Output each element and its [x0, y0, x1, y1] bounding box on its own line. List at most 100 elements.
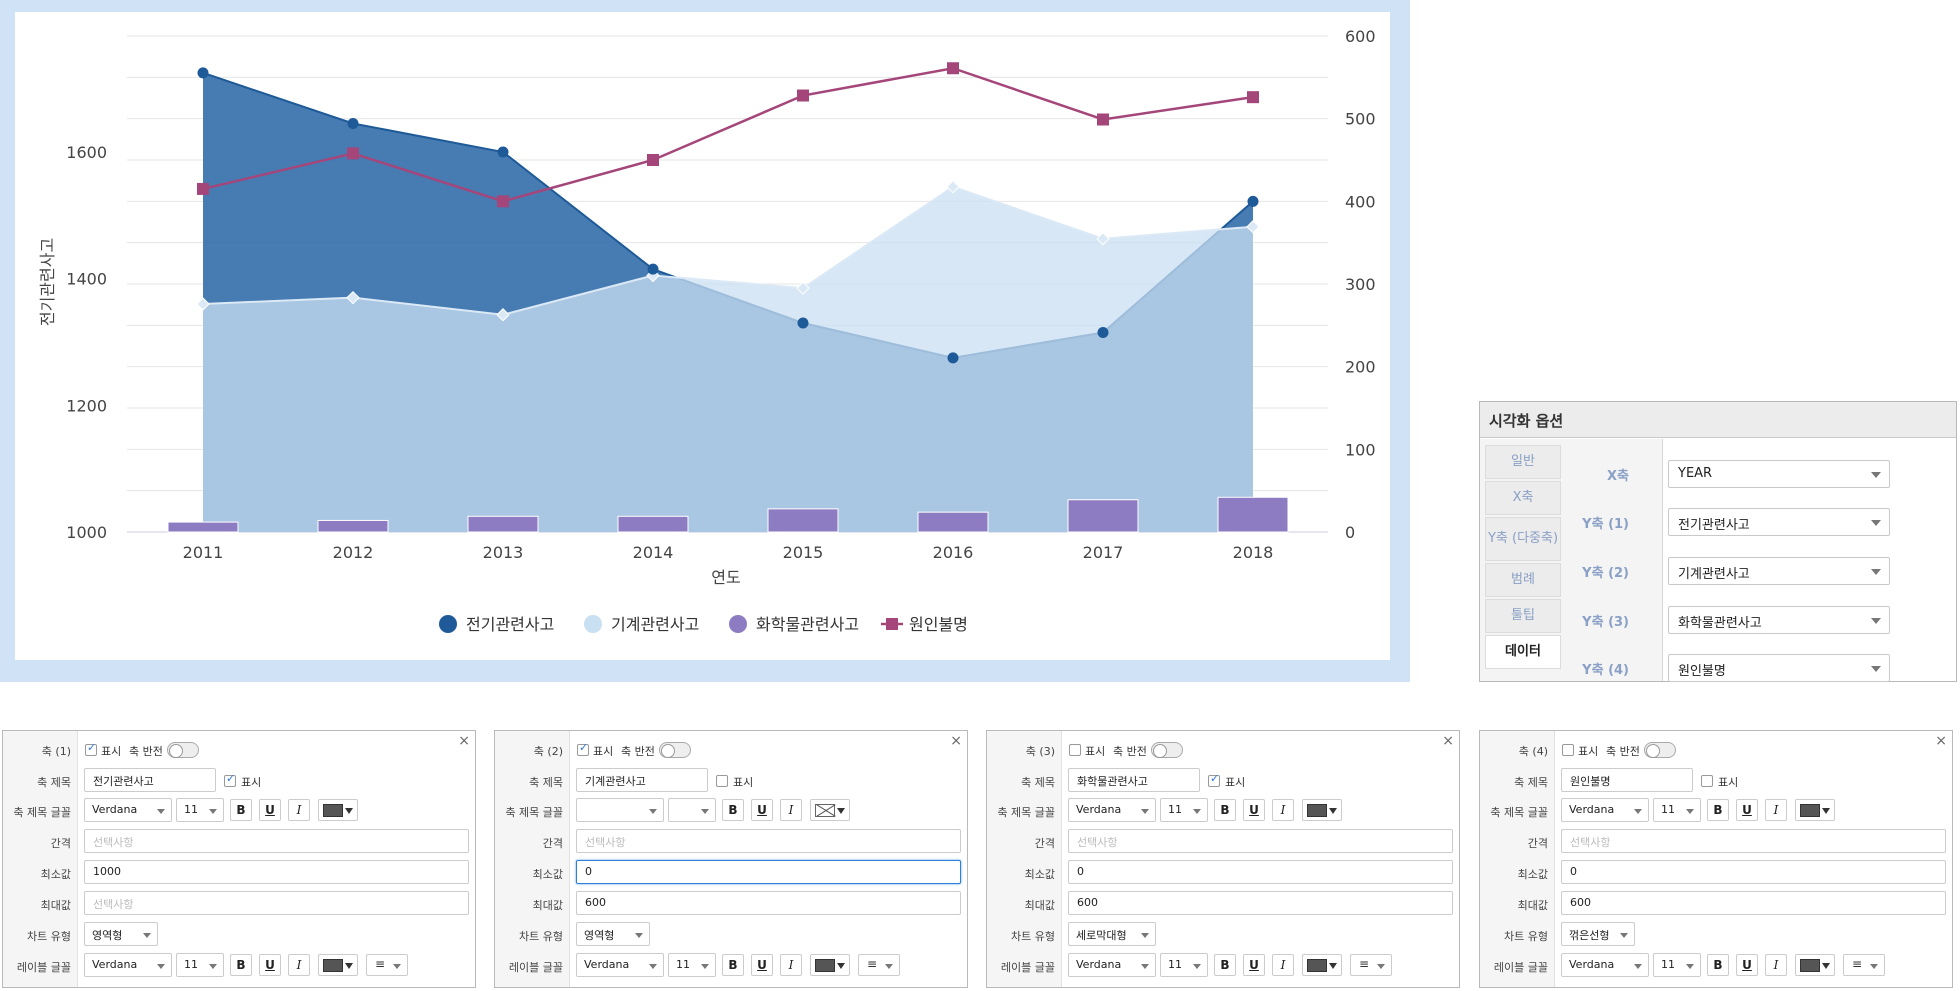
show-title-checkbox[interactable] [1701, 775, 1713, 787]
show-axis-checkbox[interactable] [1069, 744, 1081, 756]
italic-button[interactable]: I [1272, 799, 1294, 821]
label-font-select[interactable]: Verdana [576, 953, 664, 977]
bold-button[interactable]: B [230, 954, 252, 976]
invert-axis-toggle[interactable] [659, 742, 691, 758]
interval-label: 간격 [542, 837, 563, 850]
min-input[interactable]: 0 [576, 860, 961, 884]
underline-button[interactable]: U [1243, 799, 1265, 821]
show-title-checkbox[interactable] [1208, 772, 1220, 787]
align-button[interactable]: ≡ [1843, 954, 1885, 976]
label-font-select[interactable]: Verdana [1068, 953, 1156, 977]
show-axis-checkbox[interactable] [577, 741, 589, 756]
underline-button[interactable]: U [259, 799, 281, 821]
invert-axis-toggle[interactable] [1644, 742, 1676, 758]
italic-button[interactable]: I [1272, 954, 1294, 976]
max-input[interactable]: 600 [576, 891, 961, 915]
label-font-select[interactable]: Verdana [84, 953, 172, 977]
chart-type-select[interactable]: 꺾은선형 [1561, 922, 1635, 946]
chart-type-select[interactable]: 영역형 [576, 922, 650, 946]
title-color-button[interactable] [810, 799, 850, 821]
bold-button[interactable]: B [1707, 799, 1729, 821]
title-font-label: 축 제목 글꼴 [1490, 806, 1548, 819]
italic-button[interactable]: I [288, 799, 310, 821]
bold-button[interactable]: B [1214, 954, 1236, 976]
tab-legend[interactable]: 범례 [1485, 563, 1561, 597]
min-input[interactable]: 1000 [84, 860, 469, 884]
min-input[interactable]: 0 [1561, 860, 1946, 884]
bold-button[interactable]: B [722, 799, 744, 821]
bold-button[interactable]: B [230, 799, 252, 821]
interval-input[interactable]: 선택사항 [576, 829, 961, 853]
title-font-select[interactable] [576, 798, 664, 822]
axis-title-input[interactable]: 기계관련사고 [576, 768, 708, 792]
italic-button[interactable]: I [1765, 799, 1787, 821]
viz-select-1[interactable]: 전기관련사고 [1668, 508, 1890, 536]
label-color-button[interactable] [810, 954, 850, 976]
label-size-select[interactable]: 11 [1653, 953, 1701, 977]
tab-x-axis[interactable]: X축 [1485, 481, 1561, 515]
underline-button[interactable]: U [751, 954, 773, 976]
interval-input[interactable]: 선택사항 [84, 829, 469, 853]
invert-axis-toggle[interactable] [1151, 742, 1183, 758]
title-size-select[interactable]: 11 [176, 798, 224, 822]
max-input[interactable]: 선택사항 [84, 891, 469, 915]
viz-select-2[interactable]: 기계관련사고 [1668, 557, 1890, 585]
chart-type-select[interactable]: 세로막대형 [1068, 922, 1156, 946]
title-color-button[interactable] [318, 799, 358, 821]
underline-button[interactable]: U [1736, 954, 1758, 976]
title-size-select[interactable] [668, 798, 716, 822]
axis-title-input[interactable]: 화학물관련사고 [1068, 768, 1200, 792]
title-font-select[interactable]: Verdana [1561, 798, 1649, 822]
italic-button[interactable]: I [780, 799, 802, 821]
italic-button[interactable]: I [288, 954, 310, 976]
bold-button[interactable]: B [722, 954, 744, 976]
show-axis-checkbox[interactable] [85, 741, 97, 756]
underline-button[interactable]: U [751, 799, 773, 821]
bold-button[interactable]: B [1707, 954, 1729, 976]
underline-button[interactable]: U [1243, 954, 1265, 976]
title-font-select[interactable]: Verdana [1068, 798, 1156, 822]
title-size-select[interactable]: 11 [1160, 798, 1208, 822]
viz-select-3[interactable]: 화학물관련사고 [1668, 606, 1890, 634]
tab-general[interactable]: 일반 [1485, 445, 1561, 479]
label-size-select[interactable]: 11 [176, 953, 224, 977]
color-swatch [815, 804, 835, 817]
title-color-button[interactable] [1795, 799, 1835, 821]
label-size-select[interactable]: 11 [668, 953, 716, 977]
min-input[interactable]: 0 [1068, 860, 1453, 884]
axis-title-input[interactable]: 원인불명 [1561, 768, 1693, 792]
invert-axis-toggle[interactable] [167, 742, 199, 758]
label-color-button[interactable] [318, 954, 358, 976]
italic-button[interactable]: I [1765, 954, 1787, 976]
label-font-select[interactable]: Verdana [1561, 953, 1649, 977]
tab-y-axis-multi[interactable]: Y축 (다중축) [1485, 517, 1561, 561]
show-title-checkbox[interactable] [716, 775, 728, 787]
show-title-checkbox[interactable] [224, 772, 236, 787]
italic-button[interactable]: I [780, 954, 802, 976]
interval-input[interactable]: 선택사항 [1068, 829, 1453, 853]
viz-select-4[interactable]: 원인불명 [1668, 654, 1890, 682]
dropdown-arrow-icon [837, 963, 845, 969]
underline-button[interactable]: U [259, 954, 281, 976]
axis-name-label: 축 (3) [1025, 745, 1055, 758]
align-button[interactable]: ≡ [366, 954, 408, 976]
align-button[interactable]: ≡ [1350, 954, 1392, 976]
bold-button[interactable]: B [1214, 799, 1236, 821]
max-input[interactable]: 600 [1068, 891, 1453, 915]
title-size-select[interactable]: 11 [1653, 798, 1701, 822]
label-color-button[interactable] [1795, 954, 1835, 976]
axis-title-input[interactable]: 전기관련사고 [84, 768, 216, 792]
title-color-button[interactable] [1302, 799, 1342, 821]
max-input[interactable]: 600 [1561, 891, 1946, 915]
interval-input[interactable]: 선택사항 [1561, 829, 1946, 853]
title-font-select[interactable]: Verdana [84, 798, 172, 822]
show-axis-checkbox[interactable] [1562, 744, 1574, 756]
tab-tooltip[interactable]: 툴팁 [1485, 599, 1561, 633]
align-button[interactable]: ≡ [858, 954, 900, 976]
label-color-button[interactable] [1302, 954, 1342, 976]
chart-type-select[interactable]: 영역형 [84, 922, 158, 946]
viz-select-0[interactable]: YEAR [1668, 460, 1890, 488]
tab-data[interactable]: 데이터 [1485, 635, 1561, 669]
label-size-select[interactable]: 11 [1160, 953, 1208, 977]
underline-button[interactable]: U [1736, 799, 1758, 821]
